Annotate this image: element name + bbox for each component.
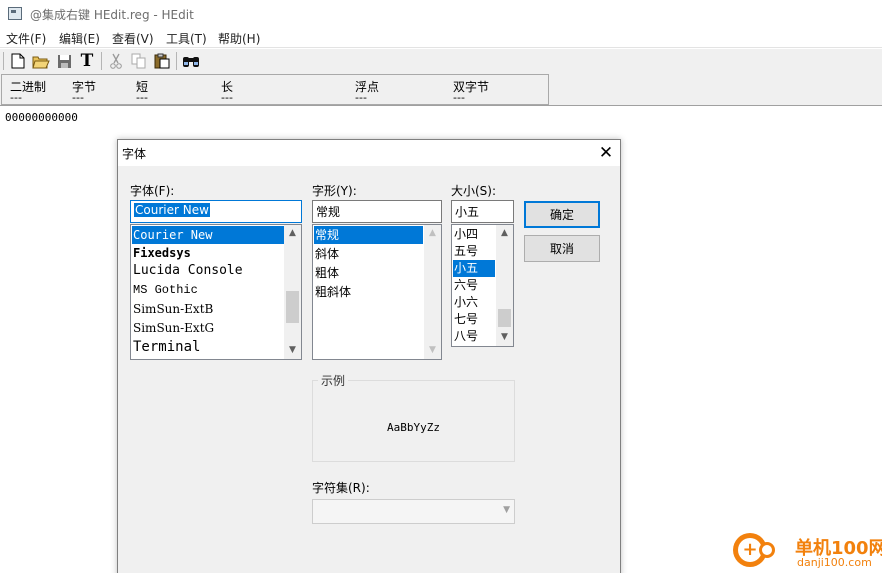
open-folder-icon[interactable] xyxy=(31,51,51,71)
save-icon[interactable] xyxy=(54,51,74,71)
font-label: 字体(F): xyxy=(130,184,175,198)
type-value-double-byte: --- xyxy=(453,91,465,104)
font-list-item[interactable]: Courier New xyxy=(132,226,284,244)
window-title: @集成右键 HEdit.reg - HEdit xyxy=(30,8,194,22)
font-dialog: 字体 ✕ 字体(F): Courier New Courier New Fixe… xyxy=(117,139,621,573)
scroll-up-icon[interactable]: ▲ xyxy=(284,225,301,242)
type-value-long: --- xyxy=(221,91,233,104)
size-list-item[interactable]: 小六 xyxy=(453,294,478,311)
style-label: 字形(Y): xyxy=(312,184,357,198)
scroll-down-icon[interactable]: ▼ xyxy=(284,342,301,359)
menu-edit[interactable]: 编辑(E) xyxy=(59,30,100,47)
scroll-up-icon[interactable]: ▲ xyxy=(496,225,513,242)
type-value-float: --- xyxy=(355,91,367,104)
size-list-item[interactable]: 七号 xyxy=(453,311,478,328)
watermark: + 单机100网 danji100.com xyxy=(733,530,882,573)
type-value-byte: --- xyxy=(72,91,84,104)
ok-button[interactable]: 确定 xyxy=(524,201,600,228)
size-input[interactable]: 小五 xyxy=(451,200,514,223)
menu-file[interactable]: 文件(F) xyxy=(6,30,46,47)
scroll-up-icon: ▲ xyxy=(429,228,436,238)
sample-text: AaBbYyZz xyxy=(387,421,440,434)
style-list-item[interactable]: 粗斜体 xyxy=(314,283,351,301)
style-list-item[interactable]: 斜体 xyxy=(314,245,339,263)
hex-content[interactable]: 00000000000 xyxy=(5,111,78,124)
style-list[interactable]: 常规 斜体 粗体 粗斜体 ▲ ▼ xyxy=(312,224,442,360)
font-input-value: Courier New xyxy=(134,203,210,217)
font-list-item[interactable]: MS Gothic xyxy=(132,281,198,299)
size-list-item[interactable]: 八号 xyxy=(453,328,478,345)
font-list-scrollbar[interactable]: ▲ ▼ xyxy=(284,225,301,359)
toolbar-separator xyxy=(176,52,177,70)
chevron-down-icon: ▼ xyxy=(503,505,510,515)
dialog-title-bar: 字体 ✕ xyxy=(118,140,620,166)
title-bar: @集成右键 HEdit.reg - HEdit xyxy=(0,0,882,28)
data-type-panel: 二进制 --- 字节 --- 短 --- 长 --- 浮点 --- 双字节 --… xyxy=(1,74,549,105)
font-list-item[interactable]: Fixedsys xyxy=(132,244,191,262)
size-list-item[interactable]: 小四 xyxy=(453,226,478,243)
charset-label: 字符集(R): xyxy=(312,481,370,495)
menu-view[interactable]: 查看(V) xyxy=(112,30,154,47)
size-label: 大小(S): xyxy=(451,184,497,198)
font-list-item[interactable]: Terminal xyxy=(132,338,200,356)
style-input[interactable]: 常规 xyxy=(312,200,442,223)
cut-icon[interactable] xyxy=(106,51,126,71)
size-list-item[interactable]: 六号 xyxy=(453,277,478,294)
data-type-bar: 二进制 --- 字节 --- 短 --- 长 --- 浮点 --- 双字节 --… xyxy=(0,73,882,106)
sample-label: 示例 xyxy=(318,372,349,389)
font-list-item[interactable]: Lucida Console xyxy=(132,262,243,280)
font-icon[interactable]: T xyxy=(77,51,97,71)
scroll-thumb[interactable] xyxy=(286,291,299,323)
style-list-scrollbar: ▲ ▼ xyxy=(424,225,441,359)
size-list-item[interactable]: 小五 xyxy=(453,260,495,277)
new-file-icon[interactable] xyxy=(8,51,28,71)
scroll-down-icon[interactable]: ▼ xyxy=(496,329,513,346)
font-list-item[interactable]: SimSun-ExtG xyxy=(132,319,214,337)
watermark-dot-icon xyxy=(759,542,775,558)
close-icon[interactable]: ✕ xyxy=(596,143,616,163)
cancel-button[interactable]: 取消 xyxy=(524,235,600,262)
paste-icon[interactable] xyxy=(152,51,172,71)
font-input[interactable]: Courier New xyxy=(130,200,302,223)
font-list-item[interactable]: SimSun-ExtB xyxy=(132,300,213,318)
style-list-item[interactable]: 粗体 xyxy=(314,264,339,282)
scroll-down-icon: ▼ xyxy=(429,345,436,355)
app-icon xyxy=(8,7,22,20)
size-list[interactable]: 小四 五号 小五 六号 小六 七号 八号 ▲ ▼ xyxy=(451,224,514,347)
toolbar-grip xyxy=(3,52,4,70)
toolbar: T xyxy=(0,49,882,73)
size-list-scrollbar[interactable]: ▲ ▼ xyxy=(496,225,513,346)
menu-help[interactable]: 帮助(H) xyxy=(218,30,260,47)
style-list-item[interactable]: 常规 xyxy=(314,226,423,244)
type-value-short: --- xyxy=(136,91,148,104)
charset-select[interactable]: ▼ xyxy=(312,499,515,524)
scroll-thumb[interactable] xyxy=(498,309,511,327)
font-list[interactable]: Courier New Fixedsys Lucida Console MS G… xyxy=(130,224,302,360)
menu-tools[interactable]: 工具(T) xyxy=(166,30,207,47)
dialog-title: 字体 xyxy=(122,147,147,161)
type-value-binary: --- xyxy=(10,91,22,104)
find-icon[interactable] xyxy=(181,51,201,71)
watermark-url: danji100.com xyxy=(797,556,872,569)
size-list-item[interactable]: 五号 xyxy=(453,243,478,260)
copy-icon[interactable] xyxy=(129,51,149,71)
toolbar-separator xyxy=(101,52,102,70)
menu-bar: 文件(F) 编辑(E) 查看(V) 工具(T) 帮助(H) xyxy=(0,28,882,48)
